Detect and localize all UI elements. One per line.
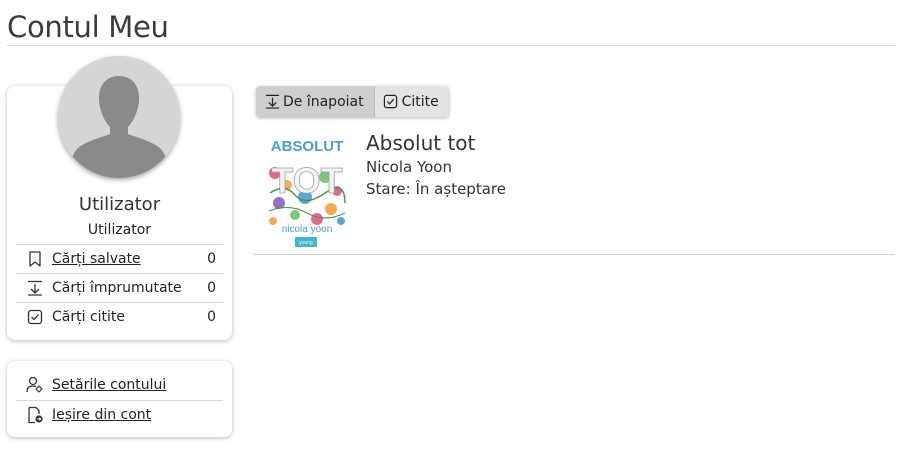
avatar <box>58 56 180 178</box>
logout-icon <box>26 406 44 424</box>
title-divider <box>7 45 895 46</box>
settings-card: Setările contului Ieșire din cont <box>7 361 232 437</box>
stats-list: Cărți salvate 0 Cărți împrumutate 0 Cărț… <box>16 244 223 331</box>
profile-card: Utilizator Utilizator Cărți salvate 0 Că… <box>7 56 232 340</box>
saved-books-link[interactable]: Cărți salvate <box>52 251 141 267</box>
cover-title-top: ABSOLUT <box>271 138 344 155</box>
read-books-label: Cărți citite <box>52 309 126 325</box>
saved-books-count: 0 <box>207 251 216 267</box>
account-settings-row[interactable]: Setările contului <box>16 371 223 399</box>
read-books-count: 0 <box>207 309 216 325</box>
user-name: Utilizator <box>78 194 161 215</box>
book-author: Nicola Yoon <box>366 158 452 176</box>
books-tabs: De înapoiat Citite <box>256 86 449 117</box>
stat-saved-books[interactable]: Cărți salvate 0 <box>16 244 223 273</box>
tab-to-return[interactable]: De înapoiat <box>256 86 375 117</box>
borrowed-books-label: Cărți împrumutate <box>52 280 182 296</box>
logout-row[interactable]: Ieșire din cont <box>16 400 223 429</box>
book-title[interactable]: Absolut tot <box>366 131 475 155</box>
account-settings-link[interactable]: Setările contului <box>52 377 166 393</box>
bookmark-icon <box>26 250 44 268</box>
download-icon <box>264 94 280 110</box>
user-silhouette-icon <box>58 56 180 178</box>
book-cover[interactable]: ABSOLUT TOT nicola yoon young <box>265 133 349 249</box>
stat-borrowed-books: Cărți împrumutate 0 <box>16 273 223 302</box>
download-icon <box>26 279 44 297</box>
cover-title-bottom: TOT <box>271 160 342 201</box>
user-role: Utilizator <box>87 222 152 238</box>
user-settings-icon <box>26 376 44 394</box>
tab-read[interactable]: Citite <box>374 86 449 117</box>
tab-to-return-label: De înapoiat <box>283 93 364 110</box>
cover-publisher: young <box>299 240 313 246</box>
page-title: Contul Meu <box>7 10 169 44</box>
checkbox-icon <box>383 94 399 110</box>
book-status: Stare: În așteptare <box>366 180 506 198</box>
logout-link[interactable]: Ieșire din cont <box>52 407 151 423</box>
tab-read-label: Citite <box>401 93 439 110</box>
book-cover-art: ABSOLUT TOT nicola yoon young <box>265 133 349 249</box>
book-divider <box>253 254 895 255</box>
cover-author: nicola yoon <box>282 224 333 235</box>
borrowed-books-count: 0 <box>207 280 216 296</box>
stat-read-books: Cărți citite 0 <box>16 302 223 331</box>
checkbox-icon <box>26 308 44 326</box>
